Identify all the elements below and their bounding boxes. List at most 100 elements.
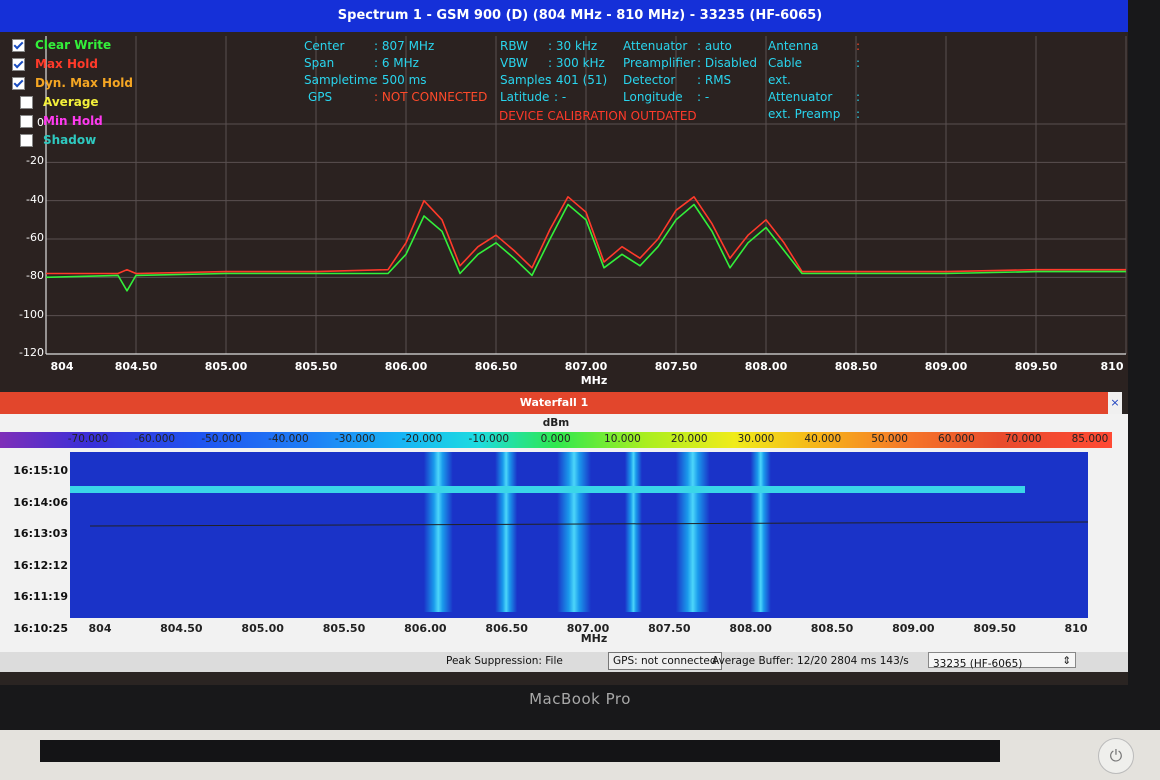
checkbox[interactable] bbox=[12, 76, 25, 90]
device-select[interactable]: 33235 (HF-6065) ⇕ bbox=[928, 652, 1076, 670]
color-scale-label: 60.000 bbox=[938, 433, 975, 445]
waterfall-band bbox=[624, 452, 642, 612]
legend-item[interactable]: Dyn. Max Hold bbox=[12, 74, 133, 92]
x-tick-label: 806.50 bbox=[474, 360, 518, 373]
waterfall-x-tick: 805.00 bbox=[241, 622, 284, 635]
y-tick-label: -60 bbox=[26, 231, 44, 244]
y-tick-label: -100 bbox=[19, 307, 44, 321]
spectrum-title-bar[interactable]: Spectrum 1 - GSM 900 (D) (804 MHz - 810 … bbox=[0, 0, 1128, 32]
legend-item[interactable]: Clear Write bbox=[12, 36, 111, 54]
spectrum-title: Spectrum 1 - GSM 900 (D) (804 MHz - 810 … bbox=[337, 8, 823, 23]
color-scale-label: -30.000 bbox=[334, 433, 376, 445]
waterfall-x-tick: 806.50 bbox=[485, 622, 528, 635]
info-col-4: Antenna: Cable: ext. Attenuator: ext. Pr… bbox=[768, 39, 861, 121]
color-scale-label: -70.000 bbox=[67, 433, 109, 445]
color-scale-label: -50.000 bbox=[201, 433, 242, 445]
x-tick-label: 809.50 bbox=[1014, 360, 1058, 373]
color-scale-label: -20.000 bbox=[401, 433, 443, 445]
waterfall-unit: dBm bbox=[542, 417, 570, 429]
color-scale-label: 20.000 bbox=[670, 433, 708, 445]
legend-item[interactable]: Shadow bbox=[20, 131, 96, 149]
waterfall-x-tick: 809.50 bbox=[973, 622, 1016, 635]
laptop-hinge bbox=[40, 740, 1000, 762]
x-tick-label: 805.00 bbox=[204, 360, 248, 373]
waterfall-band bbox=[495, 452, 518, 612]
status-bar: Peak Suppression: File GPS: not connecte… bbox=[0, 652, 1128, 672]
waterfall-panel[interactable]: dBm -70.000 -60.000 -50.000 -40.000 -30.000 -… bbox=[0, 414, 1128, 652]
x-tick-label: 808.00 bbox=[744, 360, 788, 373]
legend-label: Dyn. Max Hold bbox=[35, 76, 134, 90]
info-col-2: RBW: 30 kHz VBW: 300 kHz Samples: 401 (5… bbox=[500, 39, 608, 104]
y-tick-label: 0 bbox=[37, 116, 44, 129]
legend-item[interactable]: Average bbox=[20, 93, 99, 111]
time-label: 16:12:12 bbox=[13, 558, 68, 572]
waterfall-x-tick: 808.00 bbox=[729, 622, 772, 635]
waterfall-display[interactable] bbox=[70, 452, 1088, 618]
x-tick-label: 806.00 bbox=[384, 360, 428, 373]
waterfall-x-tick: 810 bbox=[1064, 622, 1088, 635]
x-tick-label: 810 bbox=[1100, 360, 1124, 373]
x-axis-unit: MHz bbox=[580, 374, 608, 387]
waterfall-band bbox=[750, 452, 771, 612]
y-tick-label: -120 bbox=[19, 346, 44, 359]
y-tick-label: -40 bbox=[26, 192, 44, 206]
gps-status-box[interactable]: GPS: not connected bbox=[608, 652, 722, 670]
checkbox[interactable] bbox=[20, 133, 33, 147]
waterfall-band bbox=[423, 452, 453, 612]
legend-label: Average bbox=[43, 95, 99, 109]
color-scale-label: 10.000 bbox=[604, 433, 641, 445]
x-tick-label: 804.50 bbox=[114, 360, 158, 373]
time-label: 16:14:06 bbox=[13, 495, 68, 509]
x-tick-label: 804 bbox=[50, 360, 74, 373]
spectrum-panel[interactable]: Clear Write Max Hold Dyn. Max Hold Average M… bbox=[0, 32, 1128, 390]
legend-label: Shadow bbox=[43, 133, 97, 147]
waterfall-x-unit: MHz bbox=[580, 632, 608, 645]
waterfall-heatmap bbox=[70, 452, 1088, 612]
color-scale-label: 70.000 bbox=[1004, 433, 1042, 445]
waterfall-x-tick: 808.50 bbox=[810, 622, 854, 635]
waterfall-title-bar[interactable]: Waterfall 1 bbox=[0, 392, 1108, 414]
time-label: 16:15:10 bbox=[13, 464, 68, 477]
color-scale-label: 40.000 bbox=[804, 433, 842, 445]
waterfall-x-tick: 807.50 bbox=[648, 622, 691, 635]
color-scale-label: -10.000 bbox=[468, 433, 510, 445]
legend-label: Min Hold bbox=[43, 114, 103, 128]
color-scale-label: 85.000 bbox=[1071, 433, 1109, 445]
waterfall-x-tick: 809.00 bbox=[892, 622, 935, 635]
x-tick-label: 808.50 bbox=[834, 360, 878, 373]
color-scale-label: -60.000 bbox=[134, 433, 176, 445]
chevron-down-icon: ⇕ bbox=[1062, 655, 1071, 667]
waterfall-band bbox=[557, 452, 591, 612]
info-col-1: Center: 807 MHz Span: 6 MHz Sampletime: … bbox=[304, 39, 488, 104]
legend-label: Max Hold bbox=[35, 57, 98, 71]
waterfall-x-tick: 804.50 bbox=[160, 622, 203, 635]
checkbox[interactable] bbox=[12, 38, 25, 52]
waterfall-title: Waterfall 1 bbox=[519, 396, 589, 409]
color-scale-label: 50.000 bbox=[871, 433, 908, 445]
waterfall-band bbox=[675, 452, 710, 612]
waterfall-x-tick: 806.00 bbox=[404, 622, 447, 635]
device-select-value: 33235 (HF-6065) bbox=[933, 658, 1023, 670]
time-label: 16:13:03 bbox=[13, 527, 68, 540]
x-tick-label: 805.50 bbox=[294, 360, 338, 373]
calibration-warning: DEVICE CALIBRATION OUTDATED bbox=[499, 109, 697, 123]
checkbox[interactable] bbox=[12, 57, 25, 71]
waterfall-highlight-row bbox=[70, 486, 1025, 493]
color-scale-label: -40.000 bbox=[268, 433, 309, 445]
y-tick-label: -20 bbox=[26, 154, 44, 168]
gps-status: : NOT CONNECTED bbox=[374, 90, 488, 104]
legend-label: Clear Write bbox=[35, 38, 112, 52]
checkbox[interactable] bbox=[20, 95, 33, 109]
screen: Spectrum 1 - GSM 900 (D) (804 MHz - 810 … bbox=[0, 0, 1128, 685]
close-icon[interactable]: × bbox=[1108, 392, 1122, 414]
x-tick-label: 807.00 bbox=[564, 360, 608, 373]
x-tick-label: 807.50 bbox=[654, 360, 698, 373]
waterfall-x-tick: 805.50 bbox=[322, 622, 366, 635]
peak-suppression: Peak Suppression: File bbox=[446, 655, 563, 667]
time-label: 16:11:19 bbox=[13, 590, 68, 603]
waterfall-x-tick: 804 bbox=[88, 622, 112, 635]
y-tick-label: -80 bbox=[26, 269, 44, 283]
power-icon[interactable]: ⏻ bbox=[1098, 738, 1134, 774]
average-buffer: Average Buffer: 12/20 2804 ms 143/s bbox=[712, 655, 909, 667]
legend-item[interactable]: Max Hold bbox=[12, 55, 98, 73]
